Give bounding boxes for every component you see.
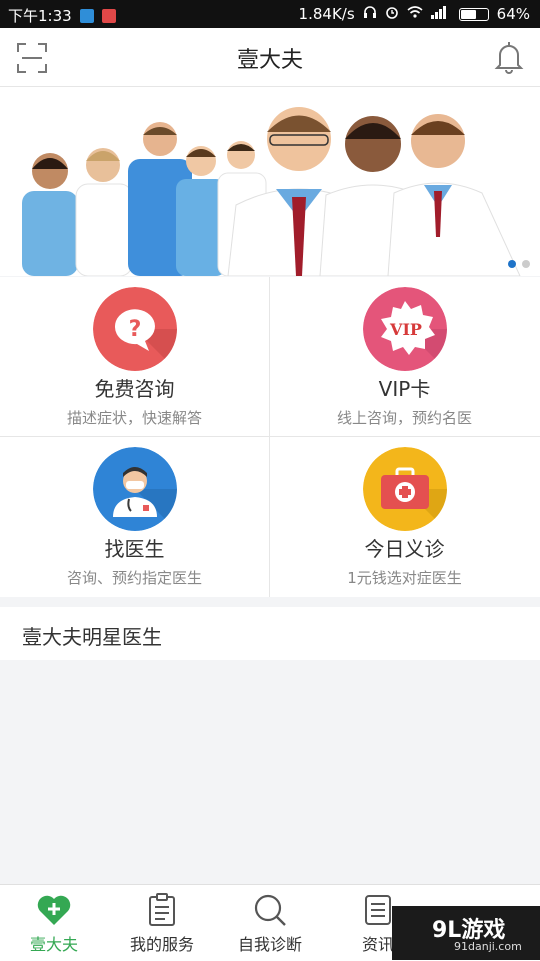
news-icon — [365, 895, 391, 925]
free-clinic-card[interactable]: 今日义诊 1元钱选对症医生 — [270, 437, 539, 596]
app-header: 壹大夫 — [0, 28, 540, 87]
grid-divider — [0, 436, 540, 437]
svg-text:VIP: VIP — [389, 320, 422, 339]
card-subtitle: 1元钱选对症医生 — [347, 569, 462, 587]
alarm-icon — [385, 5, 399, 23]
clipboard-icon — [149, 893, 175, 926]
vip-badge-icon: VIP — [362, 287, 447, 371]
card-title: VIP卡 — [378, 377, 431, 401]
bell-icon[interactable] — [494, 40, 524, 74]
network-speed: 1.84K/s — [298, 5, 355, 23]
pager-dot[interactable] — [522, 260, 530, 268]
status-bar: 下午1:33 1.84K/s 64% — [0, 0, 540, 28]
find-doctor-card[interactable]: 找医生 咨询、预约指定医生 — [0, 437, 269, 596]
free-consult-card[interactable]: ? 免费咨询 描述症状，快速解答 — [0, 277, 269, 436]
nav-label: 自我诊断 — [237, 935, 302, 954]
nav-home[interactable]: 壹大夫 — [0, 885, 108, 961]
service-grid: ? 免费咨询 描述症状，快速解答 VIP VIP卡 线上咨询，预约名医 找医生 … — [0, 277, 540, 597]
search-icon — [254, 894, 286, 926]
battery-percent: 64% — [496, 5, 530, 23]
banner-pager — [508, 260, 530, 268]
nav-my-services[interactable]: 我的服务 — [108, 885, 216, 961]
watermark: 9L游戏 91danji.com — [392, 906, 540, 960]
status-left: 下午1:33 — [8, 5, 116, 26]
medical-kit-icon — [362, 447, 447, 531]
card-title: 找医生 — [104, 537, 165, 561]
card-subtitle: 咨询、预约指定医生 — [66, 569, 202, 587]
status-time: 下午1:33 — [8, 7, 72, 25]
card-subtitle: 线上咨询，预约名医 — [336, 409, 472, 427]
nav-label: 壹大夫 — [29, 935, 78, 954]
battery-icon — [458, 7, 489, 21]
svg-text:?: ? — [128, 317, 141, 342]
watermark-url: 91danji.com — [454, 940, 522, 953]
card-title: 免费咨询 — [94, 377, 175, 401]
nav-self-diagnosis[interactable]: 自我诊断 — [216, 885, 324, 961]
page-title: 壹大夫 — [236, 48, 303, 73]
heart-plus-icon — [37, 895, 71, 925]
headphones-icon — [363, 5, 377, 23]
doctors-team-image — [0, 87, 540, 276]
star-doctors-section: 壹大夫明星医生 — [0, 607, 540, 660]
question-bubble-icon: ? — [92, 287, 177, 371]
section-title: 壹大夫明星医生 — [22, 625, 162, 649]
doctors-banner[interactable] — [0, 87, 540, 276]
vip-card-card[interactable]: VIP VIP卡 线上咨询，预约名医 — [270, 277, 539, 436]
status-right: 1.84K/s 64% — [299, 5, 530, 23]
doctor-icon — [92, 447, 177, 531]
pager-dot[interactable] — [508, 260, 516, 268]
nav-label: 我的服务 — [129, 935, 194, 954]
grid-divider — [269, 277, 270, 597]
card-title: 今日义诊 — [364, 537, 445, 561]
wifi-icon — [407, 5, 423, 23]
notification-music-icon — [101, 8, 116, 23]
signal-icon — [430, 5, 451, 23]
notification-app-icon — [79, 8, 94, 23]
card-subtitle: 描述症状，快速解答 — [66, 409, 202, 427]
